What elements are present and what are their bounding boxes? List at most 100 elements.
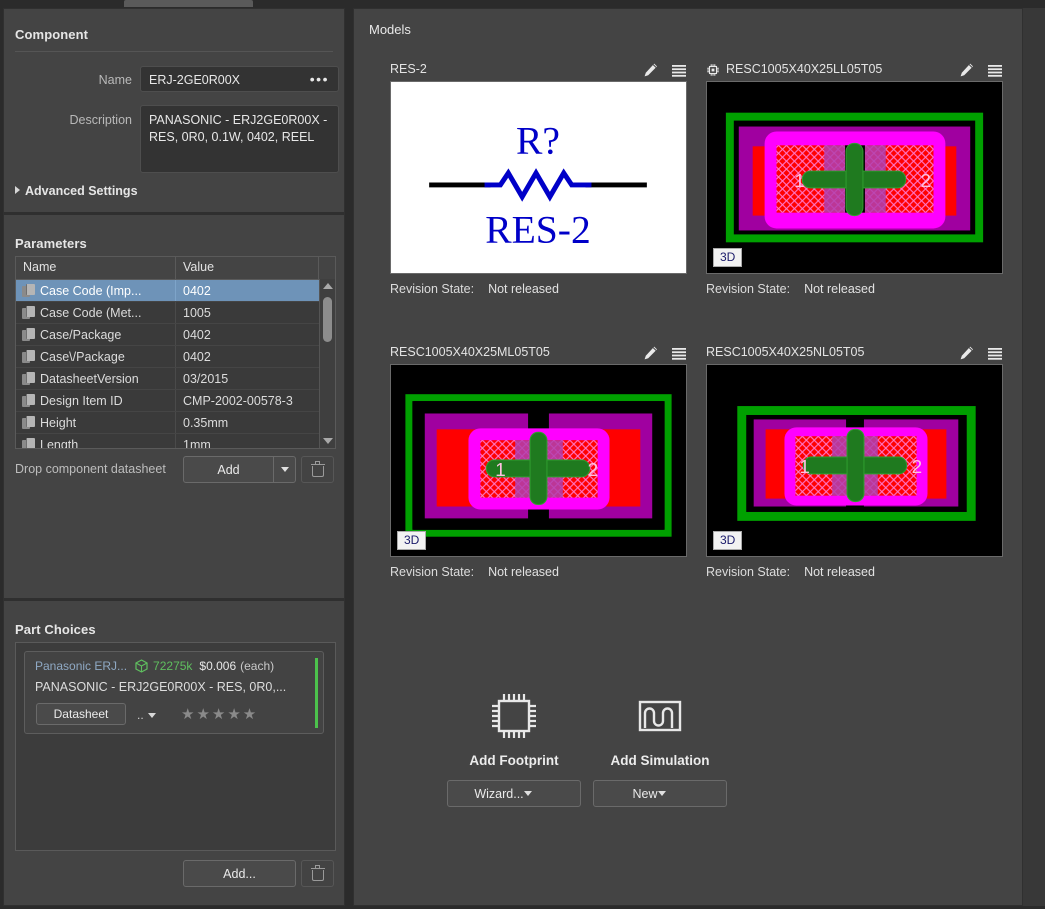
advanced-settings-label: Advanced Settings <box>25 184 138 198</box>
footprint-wizard-dropdown[interactable] <box>524 791 532 796</box>
table-row[interactable]: DatasheetVersion03/2015 <box>16 368 335 390</box>
part-choice-summary: Panasonic ERJ... 72275k $0.006 (each) <box>35 659 274 673</box>
parameter-icon <box>22 394 35 408</box>
model-preview[interactable]: 123D <box>706 81 1003 274</box>
model-title: RESC1005X40X25ML05T05 <box>390 345 550 359</box>
add-part-choice-button[interactable]: Add... <box>183 860 296 887</box>
parameter-name-cell: Height <box>16 412 176 433</box>
advanced-settings-toggle[interactable]: Advanced Settings <box>15 184 138 198</box>
parameter-name-cell: Case Code (Met... <box>16 302 176 323</box>
part-choice-card[interactable]: Panasonic ERJ... 72275k $0.006 (each) PA… <box>24 651 324 734</box>
3d-badge[interactable]: 3D <box>713 248 742 267</box>
add-parameter-dropdown[interactable] <box>273 457 295 482</box>
parameter-name-text: Case/Package <box>40 328 121 342</box>
table-row[interactable]: Case Code (Met... 1005 <box>16 302 335 324</box>
revision-state: Revision State:Not released <box>706 282 875 296</box>
name-browse-button[interactable]: ••• <box>310 71 329 87</box>
part-choice-rating[interactable]: ★★★★★ <box>181 705 258 723</box>
parameter-value-cell: CMP-2002-00578-3 <box>176 390 320 411</box>
parameter-name-text: Case Code (Imp... <box>40 284 141 298</box>
table-row[interactable]: Case Code (Imp...0402 <box>16 280 335 302</box>
model-menu-icon[interactable] <box>671 345 687 361</box>
table-row[interactable]: Case\/Package 0402 <box>16 346 335 368</box>
column-header-value[interactable]: Value <box>176 257 319 279</box>
name-input[interactable]: ERJ-2GE0R00X ••• <box>140 66 339 92</box>
svg-text:RES-2: RES-2 <box>485 207 591 251</box>
revision-state-value: Not released <box>488 282 559 296</box>
part-choice-more-dropdown[interactable]: .. <box>137 708 156 722</box>
table-row[interactable]: Length1mm <box>16 434 335 449</box>
revision-state-value: Not released <box>804 565 875 579</box>
parameter-icon <box>22 350 35 364</box>
parameters-scrollbar[interactable] <box>319 279 335 448</box>
panel-splitter[interactable] <box>345 8 353 906</box>
model-title: RESC1005X40X25NL05T05 <box>706 345 864 359</box>
parameter-value-cell: 1005 <box>176 302 320 323</box>
part-choice-more-label: .. <box>137 708 144 722</box>
parameter-icon <box>22 438 35 450</box>
models-section-title: Models <box>369 22 411 37</box>
svg-text:R?: R? <box>516 118 560 162</box>
parameter-value-cell: 0402 <box>176 346 320 367</box>
parameter-name-text: Case Code (Met... <box>40 306 141 320</box>
parameter-name-text: Length <box>40 438 78 450</box>
part-choice-description: PANASONIC - ERJ2GE0R00X - RES, 0R0,... <box>35 680 307 694</box>
chip-model-icon <box>706 63 720 80</box>
model-menu-icon[interactable] <box>671 62 687 78</box>
model-menu-icon[interactable] <box>987 62 1003 78</box>
revision-state-label: Revision State: <box>390 282 474 296</box>
part-choice-price: $0.006 <box>199 659 236 673</box>
model-preview[interactable]: R? RES-2 <box>390 81 687 274</box>
part-choices-section: Part Choices Panasonic ERJ... 72275k $0.… <box>4 601 344 906</box>
table-row[interactable]: Case/Package 0402 <box>16 324 335 346</box>
model-tools <box>643 345 687 361</box>
model-preview[interactable]: 123D <box>706 364 1003 557</box>
model-menu-icon[interactable] <box>987 345 1003 361</box>
edit-model-icon[interactable] <box>959 345 975 361</box>
3d-badge[interactable]: 3D <box>397 531 426 550</box>
description-label: Description <box>34 113 132 127</box>
revision-state-value: Not released <box>804 282 875 296</box>
waveform-icon <box>544 687 776 745</box>
parameter-name-text: Case\/Package <box>40 350 125 364</box>
datasheet-button[interactable]: Datasheet <box>36 703 126 725</box>
simulation-new-button[interactable]: New <box>593 780 727 807</box>
table-row[interactable]: Design Item IDCMP-2002-00578-3 <box>16 390 335 412</box>
scroll-up-arrow[interactable] <box>320 279 335 292</box>
scrollbar-thumb[interactable] <box>323 297 332 342</box>
part-choice-supplier[interactable]: Panasonic ERJ... <box>35 659 127 673</box>
parameters-table[interactable]: Name Value Case Code (Imp...0402Case Cod… <box>15 256 336 449</box>
scroll-down-arrow[interactable] <box>320 434 335 447</box>
parameter-icon <box>22 284 35 298</box>
chevron-right-icon <box>15 186 20 194</box>
component-editor-window: Component Name ERJ-2GE0R00X ••• Descript… <box>0 0 1045 909</box>
part-choices-list[interactable]: Panasonic ERJ... 72275k $0.006 (each) PA… <box>15 642 336 851</box>
trash-icon-2 <box>312 867 324 881</box>
revision-state-label: Revision State: <box>706 565 790 579</box>
datasheet-drop-hint: Drop component datasheet <box>15 462 180 476</box>
table-row[interactable]: Height0.35mm <box>16 412 335 434</box>
model-title: RESC1005X40X25LL05T05 <box>726 62 882 76</box>
edit-model-icon[interactable] <box>959 62 975 78</box>
active-tab-fragment[interactable] <box>124 0 253 7</box>
component-section-title: Component <box>15 27 88 42</box>
delete-part-choice-button[interactable] <box>301 860 334 887</box>
svg-text:1: 1 <box>794 170 805 191</box>
edit-model-icon[interactable] <box>643 345 659 361</box>
parameter-name-cell: Length <box>16 434 176 449</box>
edit-model-icon[interactable] <box>643 62 659 78</box>
column-header-name[interactable]: Name <box>16 257 176 279</box>
svg-text:1: 1 <box>495 459 506 480</box>
add-parameter-button[interactable]: Add <box>183 456 296 483</box>
parameter-icon <box>22 328 35 342</box>
3d-badge[interactable]: 3D <box>713 531 742 550</box>
parameter-name-cell: Case Code (Imp... <box>16 280 176 301</box>
simulation-new-dropdown[interactable] <box>658 791 666 796</box>
availability-indicator <box>315 658 318 728</box>
description-input[interactable]: PANASONIC - ERJ2GE0R00X - RES, 0R0, 0.1W… <box>140 105 339 173</box>
tab-strip <box>0 0 1045 8</box>
model-preview[interactable]: 123D <box>390 364 687 557</box>
delete-parameter-button[interactable] <box>301 456 334 483</box>
model-tools <box>959 62 1003 78</box>
parameter-value-cell: 0402 <box>176 324 320 345</box>
